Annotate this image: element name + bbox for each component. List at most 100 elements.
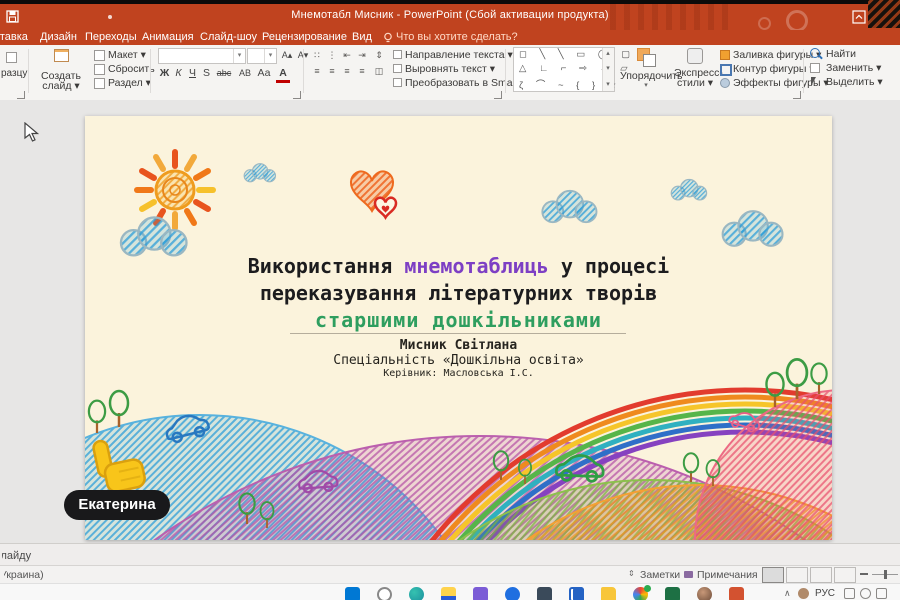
tab-view[interactable]: Вид (352, 31, 372, 43)
tray-person-icon[interactable] (798, 588, 809, 599)
shapes-row: ◻ ╲ ╲ ▭ ◯ ▢ (519, 49, 635, 60)
participant-name-tag: Екатерина (64, 490, 170, 520)
titlebar-corner-art (868, 0, 900, 28)
slide-sorter-view-button[interactable] (786, 567, 808, 583)
shapes-scroll-down-icon[interactable]: ▾ (603, 64, 613, 72)
title-divider-line (290, 333, 626, 334)
tray-icon[interactable] (860, 588, 871, 599)
text-shadow-button[interactable]: S (200, 66, 213, 80)
normal-view-button[interactable] (762, 567, 784, 583)
increase-indent-button[interactable]: ⇥ (355, 49, 369, 62)
title-line-2: переказування літературних творів (85, 280, 832, 307)
align-center-button[interactable]: ≡ (325, 65, 339, 78)
bullets-button[interactable]: ∷ (310, 49, 324, 62)
author-name[interactable]: Мисник Світлана (85, 338, 832, 353)
notes-pane[interactable]: Заметки к слайду (0, 543, 900, 566)
font-name-combobox[interactable]: ▾ (158, 48, 246, 64)
tab-insert[interactable]: Вставка (0, 31, 33, 44)
taskbar-avatar-icon[interactable] (697, 587, 712, 600)
taskbar-app-icon[interactable] (505, 587, 520, 600)
tell-me-box[interactable]: Что вы хотите сделать? (396, 31, 518, 43)
title-line-1: Використання мнемотаблиць у процесі (85, 253, 832, 280)
taskbar-app-icon[interactable] (569, 587, 584, 600)
character-spacing-button[interactable]: АВ (236, 66, 254, 80)
tray-chevron-icon[interactable]: ∧ (784, 588, 791, 599)
drawing-dialog-launcher[interactable] (793, 91, 801, 99)
tray-icon[interactable] (876, 588, 887, 599)
supervisor-line[interactable]: Керівник: Масловська І.С. (85, 368, 832, 379)
format-painter-icon[interactable] (6, 52, 17, 63)
shapes-gallery[interactable]: ◻ ╲ ╲ ▭ ◯ ▢ △ ∟ ⌐ ⇨ ⇩ ▱ ζ ⌒ ~ { } ☆ ▴ ▾ … (513, 47, 615, 92)
zoom-out-button[interactable] (860, 573, 868, 575)
line-spacing-button[interactable]: ⇕ (372, 49, 386, 62)
taskbar-start-button[interactable] (345, 587, 360, 600)
font-size-combobox[interactable]: ▾ (247, 48, 277, 64)
new-slide-button[interactable]: Создать слайд ▾ (30, 46, 92, 93)
comments-icon (684, 571, 693, 578)
clipboard-dialog-launcher[interactable] (17, 91, 25, 99)
cloud-doodle (671, 179, 706, 199)
taskbar-badge (644, 585, 651, 592)
tab-design[interactable]: Дизайн (40, 31, 77, 43)
select-cursor-icon (811, 77, 816, 86)
cloud-doodle (723, 211, 783, 246)
font-color-button[interactable]: А (276, 66, 290, 83)
taskbar-folder-icon[interactable] (601, 587, 616, 600)
align-right-button[interactable]: ≡ (340, 65, 354, 78)
italic-button[interactable]: К (172, 66, 185, 80)
underline-button[interactable]: Ч (186, 66, 199, 80)
tab-slideshow[interactable]: Слайд-шоу (200, 31, 257, 43)
ribbon: разцу Создать слайд ▾ Макет ▾ Сбросить Р… (0, 45, 900, 101)
numbering-button[interactable]: ⋮ (325, 49, 339, 62)
sun-doodle (137, 152, 213, 228)
reading-view-button[interactable] (810, 567, 832, 583)
titlebar-decoration-ring (758, 17, 771, 30)
titlebar-decoration-stripes (610, 4, 730, 30)
format-painter-label-partial[interactable]: разцу (1, 68, 27, 79)
taskbar-app-icon[interactable] (441, 587, 456, 600)
tray-language-indicator[interactable]: РУС (815, 588, 835, 599)
align-left-button[interactable]: ≡ (310, 65, 324, 78)
comments-toggle-button[interactable]: Примечания (697, 569, 758, 581)
slide-canvas[interactable]: Використання мнемотаблиць у процесі пере… (85, 116, 832, 540)
change-case-button[interactable]: Аа (256, 66, 272, 80)
taskbar-search-icon[interactable] (377, 587, 392, 600)
decrease-indent-button[interactable]: ⇤ (340, 49, 354, 62)
columns-button[interactable]: ◫ (372, 65, 386, 78)
justify-button[interactable]: ≡ (355, 65, 369, 78)
tray-icon[interactable] (844, 588, 855, 599)
shapes-more-icon[interactable]: ▾ (603, 80, 613, 88)
specialty-line[interactable]: Спеціальність «Дошкільна освіта» (85, 353, 832, 368)
slideshow-view-button[interactable] (834, 567, 856, 583)
shape-fill-icon (720, 50, 730, 60)
taskbar-app-icon[interactable] (537, 587, 552, 600)
shape-outline-icon (720, 64, 732, 76)
ribbon-display-options-icon[interactable] (852, 10, 866, 24)
tab-transitions[interactable]: Переходы (85, 31, 137, 43)
paragraph-dialog-launcher[interactable] (494, 91, 502, 99)
arrange-button[interactable]: Упорядочить ▾ (620, 46, 672, 93)
strikethrough-button[interactable]: abc (214, 66, 234, 80)
title-highlight: мнемотаблиць (404, 254, 549, 278)
taskbar-excel-icon[interactable] (665, 587, 680, 600)
tab-review[interactable]: Рецензирование (262, 31, 347, 43)
bold-button[interactable]: Ж (158, 66, 171, 80)
quick-styles-button[interactable]: Экспресс- стили ▾ (674, 46, 716, 93)
shape-effects-icon (720, 78, 730, 88)
notes-pane-label: Заметки к слайду (2, 550, 31, 562)
taskbar-powerpoint-icon[interactable] (729, 587, 744, 600)
tab-animations[interactable]: Анимация (142, 31, 194, 43)
cloud-doodle (244, 164, 275, 182)
shapes-scroll-up-icon[interactable]: ▴ (603, 49, 613, 57)
taskbar-app-icon[interactable] (409, 587, 424, 600)
notes-toggle-button[interactable]: Заметки (640, 569, 680, 581)
ribbon-tab-row: Вставка Дизайн Переходы Анимация Слайд-ш… (0, 30, 900, 45)
slide-title[interactable]: Використання мнемотаблиць у процесі пере… (85, 253, 832, 334)
find-icon (810, 48, 820, 58)
zoom-slider-thumb[interactable] (884, 570, 887, 579)
taskbar-app-icon[interactable] (473, 587, 488, 600)
status-language[interactable]: Украинский (Украина) (4, 569, 44, 581)
grow-font-button[interactable]: А▴ (279, 48, 295, 62)
mouse-cursor (24, 122, 39, 143)
font-dialog-launcher[interactable] (293, 91, 301, 99)
